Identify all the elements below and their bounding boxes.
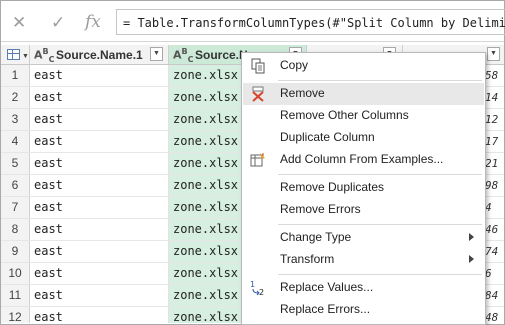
row-number[interactable]: 12 <box>1 307 30 323</box>
cell-value[interactable]: 4 <box>485 197 504 218</box>
column-header-source-name-1[interactable]: ABC Source.Name.1 ▼ <box>30 45 169 65</box>
menu-item-label: Replace Errors... <box>280 302 371 316</box>
text-type-icon[interactable]: ABC <box>173 47 194 64</box>
cell-value[interactable]: 17 <box>485 131 504 152</box>
cell-value[interactable]: 98 <box>485 175 504 196</box>
fx-icon[interactable]: fx <box>85 12 101 32</box>
menu-item-label: Transform <box>280 252 335 266</box>
menu-item-copy[interactable]: Copy <box>243 55 484 77</box>
menu-item-label: Copy <box>280 58 309 72</box>
column-context-menu: Copy Remove Remove Other Columns Duplica… <box>241 52 486 325</box>
row-number[interactable]: 10 <box>1 263 30 284</box>
column-filter-dropdown[interactable]: ▼ <box>487 47 500 61</box>
cell-value[interactable]: 6 <box>485 263 504 284</box>
cell-value[interactable]: 58 <box>485 65 504 86</box>
row-number[interactable]: 2 <box>1 87 30 108</box>
cell-value[interactable]: 46 <box>485 219 504 240</box>
menu-item-replace-values[interactable]: 12 Replace Values... <box>243 277 484 299</box>
row-number[interactable]: 7 <box>1 197 30 218</box>
cell-source-name-1[interactable]: east <box>30 285 169 306</box>
column-header-label: Source.Name.1 <box>56 48 143 62</box>
cell-value[interactable]: 12 <box>485 109 504 130</box>
add-column-icon <box>250 152 266 168</box>
row-number[interactable]: 6 <box>1 175 30 196</box>
menu-item-add-column-from-examples[interactable]: Add Column From Examples... <box>243 149 484 171</box>
svg-text:2: 2 <box>259 288 264 296</box>
cell-value[interactable]: 14 <box>485 87 504 108</box>
menu-item-label: Add Column From Examples... <box>280 152 444 166</box>
column-filter-dropdown[interactable]: ▼ <box>150 47 163 61</box>
menu-item-remove-duplicates[interactable]: Remove Duplicates <box>243 177 484 199</box>
cell-source-name-1[interactable]: east <box>30 87 169 108</box>
replace-values-icon: 12 <box>250 280 266 297</box>
table-icon <box>7 49 20 60</box>
row-number[interactable]: 11 <box>1 285 30 306</box>
menu-separator <box>278 174 482 175</box>
menu-separator <box>278 274 482 275</box>
menu-item-label: Remove Duplicates <box>280 180 385 194</box>
menu-separator <box>278 224 482 225</box>
menu-item-label: Replace Values... <box>280 280 374 294</box>
menu-item-remove-other-columns[interactable]: Remove Other Columns <box>243 105 484 127</box>
row-number[interactable]: 8 <box>1 219 30 240</box>
menu-item-remove-errors[interactable]: Remove Errors <box>243 199 484 221</box>
cell-value[interactable]: 21 <box>485 153 504 174</box>
formula-input[interactable]: = Table.TransformColumnTypes(#"Split Col… <box>116 9 505 35</box>
formula-bar: ✕ ✓ fx = Table.TransformColumnTypes(#"Sp… <box>1 1 505 42</box>
menu-item-label: Duplicate Column <box>280 130 375 144</box>
copy-icon <box>250 58 266 74</box>
svg-text:1: 1 <box>250 280 255 289</box>
cell-value[interactable]: 74 <box>485 241 504 262</box>
text-type-icon[interactable]: ABC <box>34 47 55 64</box>
submenu-arrow-icon <box>469 233 474 241</box>
cell-source-name-1[interactable]: east <box>30 197 169 218</box>
menu-item-label: Remove Other Columns <box>280 108 409 122</box>
close-icon[interactable]: ✕ <box>12 13 26 33</box>
cell-source-name-1[interactable]: east <box>30 109 169 130</box>
menu-item-change-type[interactable]: Change Type <box>243 227 484 249</box>
menu-item-label: Change Type <box>280 230 352 244</box>
row-number[interactable]: 1 <box>1 65 30 86</box>
row-number[interactable]: 5 <box>1 153 30 174</box>
cell-source-name-1[interactable]: east <box>30 65 169 86</box>
row-number[interactable]: 9 <box>1 241 30 262</box>
menu-item-transform[interactable]: Transform <box>243 249 484 271</box>
cell-source-name-1[interactable]: east <box>30 307 169 323</box>
cell-value[interactable]: 84 <box>485 285 504 306</box>
menu-separator <box>278 80 482 81</box>
row-number[interactable]: 3 <box>1 109 30 130</box>
cell-source-name-1[interactable]: east <box>30 219 169 240</box>
submenu-arrow-icon <box>469 255 474 263</box>
cell-value[interactable]: 48 <box>485 307 504 323</box>
menu-item-replace-errors[interactable]: Replace Errors... <box>243 299 484 321</box>
cell-source-name-1[interactable]: east <box>30 153 169 174</box>
cell-source-name-1[interactable]: east <box>30 241 169 262</box>
menu-item-label: Remove <box>280 86 325 100</box>
table-menu-button[interactable]: ▼ <box>1 45 30 65</box>
chevron-down-icon: ▼ <box>22 53 29 60</box>
cell-source-name-1[interactable]: east <box>30 263 169 284</box>
check-icon[interactable]: ✓ <box>51 13 65 33</box>
cell-source-name-1[interactable]: east <box>30 175 169 196</box>
menu-item-remove[interactable]: Remove <box>243 83 484 105</box>
menu-item-duplicate-column[interactable]: Duplicate Column <box>243 127 484 149</box>
remove-column-icon <box>250 86 266 102</box>
menu-item-label: Remove Errors <box>280 202 361 216</box>
cell-source-name-1[interactable]: east <box>30 131 169 152</box>
row-number[interactable]: 4 <box>1 131 30 152</box>
